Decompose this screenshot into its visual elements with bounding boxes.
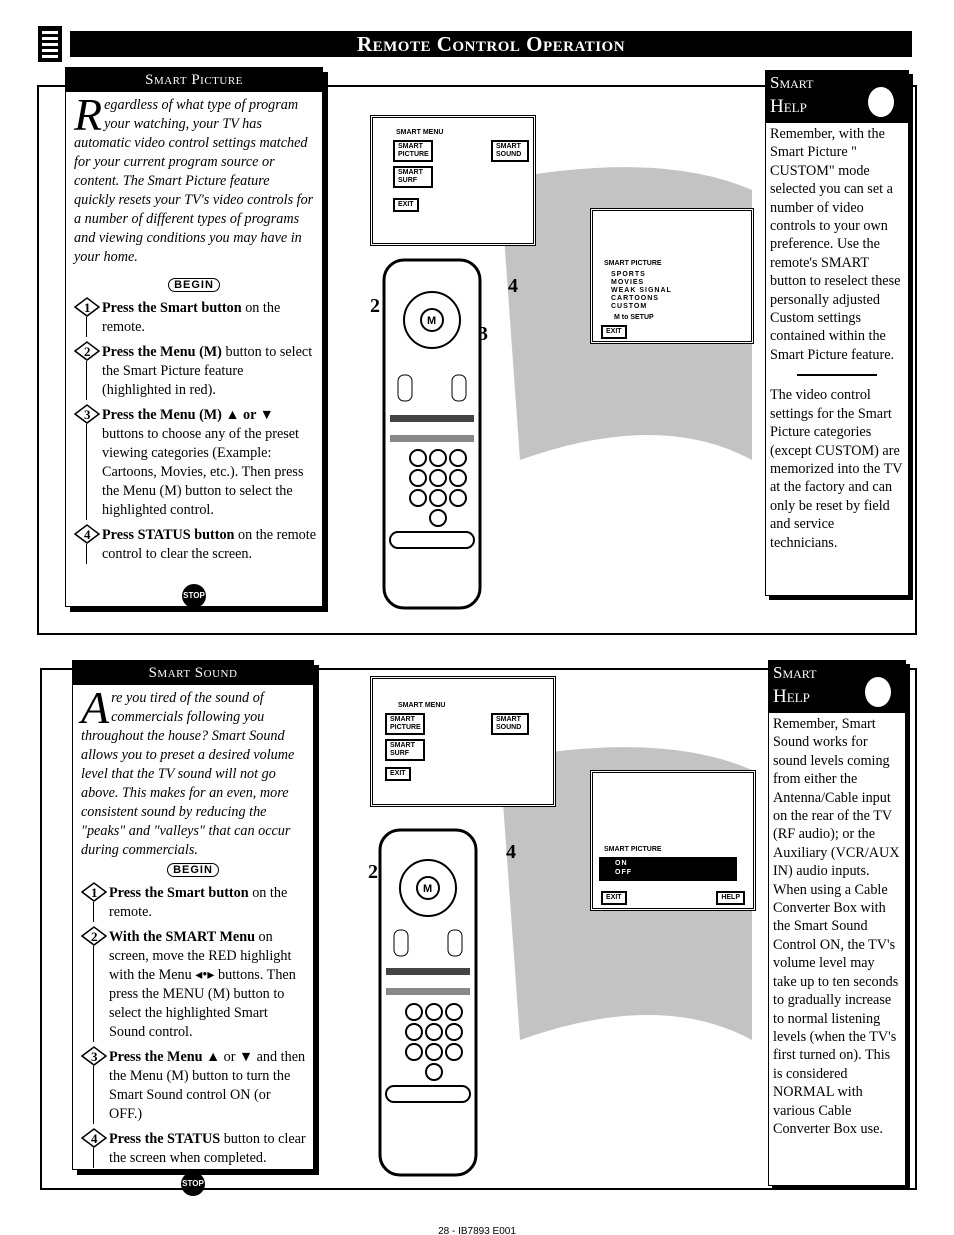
svg-text:3: 3 (91, 1049, 98, 1064)
submenu-option: ON (615, 860, 628, 867)
step-4: 4 Press the STATUS button to clear the sc… (81, 1128, 307, 1168)
smart-help-panel-2: Smart Help Remember, Smart Sound works fo… (768, 660, 906, 1186)
lightbulb-icon (868, 87, 894, 117)
svg-text:1: 1 (91, 885, 98, 900)
help-text: Remember, with the Smart Picture " CUSTO… (770, 126, 901, 363)
submenu-option: MOVIES (611, 279, 645, 286)
svg-text:2: 2 (370, 295, 380, 317)
step-text: on screen, move the RED highlight with t… (109, 929, 296, 1040)
step-action: Press the Menu ▲ (109, 1049, 221, 1065)
illustration-smart-picture: M 32431 SMART MENU SMART PICTURE SMART S… (360, 115, 754, 630)
svg-text:M: M (423, 883, 432, 895)
submenu-title: SMART PICTURE (601, 845, 665, 855)
remote-control-icon (38, 26, 62, 62)
step-number-icon: 2 (74, 341, 100, 361)
help-text: Remember, Smart Sound works for sound le… (773, 716, 900, 1137)
step-3: 3 Press the Menu ▲ or ▼ and then the Menu… (81, 1046, 307, 1124)
step-number-icon: 3 (74, 404, 100, 424)
help-option: HELP (716, 891, 745, 905)
step-1: 1 Press the Smart button on the remote. (81, 882, 307, 922)
help-title: Help (773, 686, 810, 707)
step-3: 3 Press the Menu (M) ▲ or ▼ buttons to ch… (74, 404, 316, 520)
step-number-icon: 1 (74, 297, 100, 317)
step-number-icon: 2 (81, 926, 107, 946)
stop-icon: STOP (182, 584, 206, 608)
manual-page: Remote Control Operation Smart Picture R… (0, 0, 954, 1235)
svg-text:4: 4 (508, 275, 518, 297)
illustration-smart-sound: M 3241 SMART MENU SMART PICTURE SMART SO… (360, 676, 756, 1180)
step-action: Press the Smart button (109, 885, 249, 901)
submenu-option: SPORTS (611, 271, 646, 278)
submenu-option: WEAK SIGNAL (611, 287, 672, 294)
svg-text:2: 2 (84, 344, 91, 359)
svg-text:2: 2 (91, 929, 98, 944)
begin-badge: BEGIN (168, 278, 220, 292)
step-2: 2 Press the Menu (M) button to select the… (74, 341, 316, 400)
step-number-icon: 1 (81, 882, 107, 902)
exit-option: EXIT (385, 767, 411, 781)
submenu-option: OFF (615, 869, 632, 876)
svg-text:M: M (427, 315, 436, 327)
svg-text:4: 4 (506, 841, 516, 863)
page-title: Remote Control Operation (70, 31, 912, 57)
menu-title: SMART MENU (393, 128, 447, 138)
setup-hint: M to SETUP (611, 313, 657, 323)
help-text: The video control settings for the Smart… (770, 387, 903, 551)
tv-screen-smart-menu: SMART MENU SMART PICTURE SMART SOUND SMA… (370, 676, 556, 807)
smart-sound-option: SMART SOUND (491, 140, 529, 162)
submenu-option: CARTOONS (611, 295, 659, 302)
smart-surf-option: SMART SURF (393, 166, 433, 188)
panel-title: Smart Picture (66, 68, 322, 92)
smart-help-panel-1: Smart Help Remember, with the Smart Pictu… (765, 70, 909, 596)
begin-badge: BEGIN (167, 863, 219, 877)
svg-text:4: 4 (91, 1131, 98, 1146)
step-text: buttons to choose any of the preset view… (102, 426, 304, 518)
page-footer: 28 - IB7893 E001 (438, 1226, 516, 1235)
smart-sound-panel: Smart Sound Are you tired of the sound o… (72, 660, 314, 1196)
step-action: Press the Smart button (102, 300, 242, 316)
smart-sound-option: SMART SOUND (491, 713, 529, 735)
smart-surf-option: SMART SURF (385, 739, 425, 761)
svg-text:2: 2 (368, 861, 378, 883)
step-action: Press STATUS button (102, 527, 235, 543)
step-action: Press the Menu (M) (102, 344, 222, 360)
svg-text:3: 3 (84, 407, 91, 422)
step-1: 1 Press the Smart button on the remote. (74, 297, 316, 337)
smart-picture-panel: Smart Picture Regardless of what type of… (65, 67, 323, 608)
exit-option: EXIT (601, 891, 627, 905)
step-4: 4 Press STATUS button on the remote contr… (74, 524, 316, 564)
submenu-title: SMART PICTURE (601, 259, 665, 269)
svg-text:4: 4 (84, 527, 91, 542)
svg-text:3: 3 (478, 323, 488, 345)
lightbulb-icon (865, 677, 891, 707)
intro-text: egardless of what type of program your w… (74, 97, 314, 265)
step-action: Press the Menu (M) ▲ or ▼ (102, 407, 274, 423)
help-title: Smart (773, 663, 817, 682)
drop-cap: A (81, 682, 110, 733)
step-action: With the SMART Menu (109, 929, 255, 945)
step-number-icon: 4 (74, 524, 100, 544)
drop-cap: R (74, 89, 103, 140)
tv-screen-smart-picture: SMART PICTURE SPORTS MOVIES WEAK SIGNAL CAR… (590, 208, 754, 344)
menu-title: SMART MENU (395, 701, 449, 711)
smart-picture-option: SMART PICTURE (385, 713, 425, 735)
panel-title: Smart Sound (73, 661, 313, 685)
tv-screen-smart-sound: SMART PICTURE ON OFF EXIT HELP (590, 770, 756, 911)
submenu-option: CUSTOM (611, 303, 648, 310)
step-number-icon: 4 (81, 1128, 107, 1148)
help-title: Smart (770, 73, 814, 92)
exit-option: EXIT (393, 198, 419, 212)
smart-picture-option: SMART PICTURE (393, 140, 433, 162)
exit-option: EXIT (601, 325, 627, 339)
svg-text:1: 1 (84, 300, 91, 315)
intro-text: re you tired of the sound of commercials… (81, 690, 295, 858)
help-title: Help (770, 96, 807, 117)
step-2: 2 With the SMART Menu on screen, move the… (81, 926, 307, 1042)
stop-icon: STOP (181, 1172, 205, 1196)
tv-screen-smart-menu: SMART MENU SMART PICTURE SMART SOUND SMA… (370, 115, 536, 246)
step-action: Press the STATUS (109, 1131, 221, 1147)
step-number-icon: 3 (81, 1046, 107, 1066)
